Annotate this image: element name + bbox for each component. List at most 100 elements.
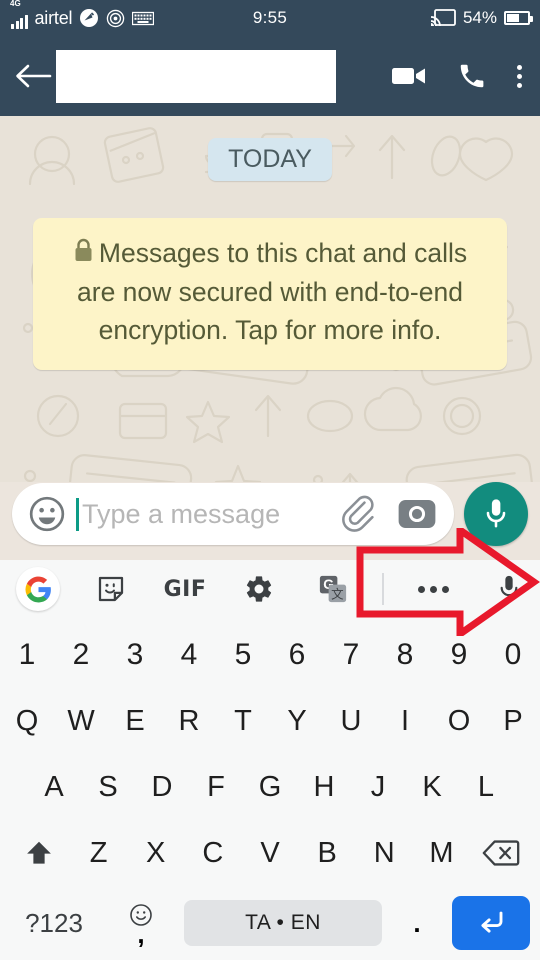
key-c[interactable]: C [184, 820, 241, 886]
key-q[interactable]: Q [0, 688, 54, 754]
key-b[interactable]: B [299, 820, 356, 886]
key-p[interactable]: P [486, 688, 540, 754]
key-3[interactable]: 3 [108, 622, 162, 688]
keyboard-toolbar: GIF G 文 [0, 560, 540, 618]
keyboard-key-rows: 1 2 3 4 5 6 7 8 9 0 Q W E R T Y U I O P … [0, 618, 540, 960]
contact-name-redacted[interactable] [56, 49, 336, 103]
encryption-notice-bubble[interactable]: Messages to this chat and calls are now … [33, 218, 507, 370]
app-bar-actions [391, 61, 526, 91]
more-dots-icon [417, 585, 449, 593]
gif-button[interactable]: GIF [148, 577, 222, 602]
key-6[interactable]: 6 [270, 622, 324, 688]
status-bar-left: 4G airtel [10, 0, 155, 29]
chat-area: TODAY Messages to this chat and calls ar… [0, 116, 540, 482]
keyboard-row-numbers: 1 2 3 4 5 6 7 8 9 0 [0, 622, 540, 688]
gear-icon [246, 576, 272, 602]
status-bar-right: 54% [430, 8, 533, 28]
toolbar-divider [382, 573, 384, 605]
key-w[interactable]: W [54, 688, 108, 754]
google-search-button[interactable] [16, 567, 74, 611]
key-2[interactable]: 2 [54, 622, 108, 688]
key-t[interactable]: T [216, 688, 270, 754]
keyboard-row-bottom-letters: Z X C V B N M [0, 820, 540, 886]
svg-text:文: 文 [331, 586, 344, 601]
keyboard-row-home: A S D F G H J K L [0, 754, 540, 820]
sticker-icon [98, 576, 124, 602]
comma-emoji-key[interactable]: , [104, 903, 178, 950]
key-7[interactable]: 7 [324, 622, 378, 688]
cast-icon [430, 9, 456, 27]
key-4[interactable]: 4 [162, 622, 216, 688]
key-u[interactable]: U [324, 688, 378, 754]
key-k[interactable]: K [405, 754, 459, 820]
key-v[interactable]: V [241, 820, 298, 886]
key-n[interactable]: N [356, 820, 413, 886]
key-f[interactable]: F [189, 754, 243, 820]
input-pill-actions [340, 493, 438, 535]
sticker-button[interactable] [74, 574, 148, 604]
key-i[interactable]: I [378, 688, 432, 754]
phone-call-icon[interactable] [457, 61, 487, 91]
key-8[interactable]: 8 [378, 622, 432, 688]
battery-percent-label: 54% [462, 8, 497, 27]
comma-label: , [137, 919, 145, 950]
space-key[interactable]: TA • EN [184, 900, 382, 946]
emoji-icon[interactable] [28, 495, 66, 533]
key-a[interactable]: A [27, 754, 81, 820]
shift-key[interactable] [8, 820, 70, 886]
key-z[interactable]: Z [70, 820, 127, 886]
message-text-field[interactable]: Type a message [76, 497, 340, 531]
app-bar [0, 36, 540, 116]
key-d[interactable]: D [135, 754, 189, 820]
do-not-disturb-icon [80, 9, 99, 27]
shift-arrow-icon [27, 841, 51, 864]
key-1[interactable]: 1 [0, 622, 54, 688]
enter-arrow-icon [481, 911, 503, 933]
period-key[interactable]: . [388, 908, 446, 939]
network-type-label: 4G [10, 0, 21, 8]
overflow-menu-icon[interactable] [517, 64, 522, 88]
nfc-icon [107, 9, 125, 27]
status-bar: 4G airtel 9:55 54% [0, 0, 540, 36]
keyboard-settings-button[interactable] [222, 574, 296, 604]
signal-bars-icon: 4G [10, 0, 28, 29]
translate-button[interactable]: G 文 [296, 574, 370, 604]
camera-icon[interactable] [396, 493, 438, 535]
gif-label: GIF [163, 576, 207, 602]
enter-key[interactable] [452, 896, 530, 950]
text-cursor [76, 497, 79, 531]
key-e[interactable]: E [108, 688, 162, 754]
voice-message-button[interactable] [464, 482, 528, 546]
keyboard-row-top: Q W E R T Y U I O P [0, 688, 540, 754]
attach-paperclip-icon[interactable] [340, 494, 380, 534]
video-call-icon[interactable] [391, 63, 427, 89]
key-r[interactable]: R [162, 688, 216, 754]
key-h[interactable]: H [297, 754, 351, 820]
back-arrow-icon[interactable] [14, 61, 52, 91]
message-placeholder: Type a message [82, 498, 281, 529]
key-g[interactable]: G [243, 754, 297, 820]
lock-icon [73, 236, 94, 274]
keyboard-icon [132, 11, 155, 25]
keyboard-row-space: ?123 , TA • EN . [0, 886, 540, 960]
backspace-key[interactable] [470, 820, 532, 886]
key-l[interactable]: L [459, 754, 513, 820]
symbols-key[interactable]: ?123 [10, 908, 98, 939]
google-logo-icon [16, 567, 60, 611]
phone-screen: 4G airtel 9:55 54% TODAY Messages to thi… [0, 0, 540, 960]
message-input-pill[interactable]: Type a message [12, 483, 454, 545]
battery-icon [504, 11, 533, 25]
key-9[interactable]: 9 [432, 622, 486, 688]
key-j[interactable]: J [351, 754, 405, 820]
key-y[interactable]: Y [270, 688, 324, 754]
gboard-keyboard: GIF G 文 1 2 3 4 5 6 7 8 9 0 Q W E R T Y … [0, 560, 540, 960]
key-x[interactable]: X [127, 820, 184, 886]
key-m[interactable]: M [413, 820, 470, 886]
keyboard-voice-input-button[interactable] [494, 573, 524, 605]
key-o[interactable]: O [432, 688, 486, 754]
key-0[interactable]: 0 [486, 622, 540, 688]
key-s[interactable]: S [81, 754, 135, 820]
more-options-button[interactable] [396, 585, 470, 593]
key-5[interactable]: 5 [216, 622, 270, 688]
google-translate-icon: G 文 [319, 575, 347, 603]
